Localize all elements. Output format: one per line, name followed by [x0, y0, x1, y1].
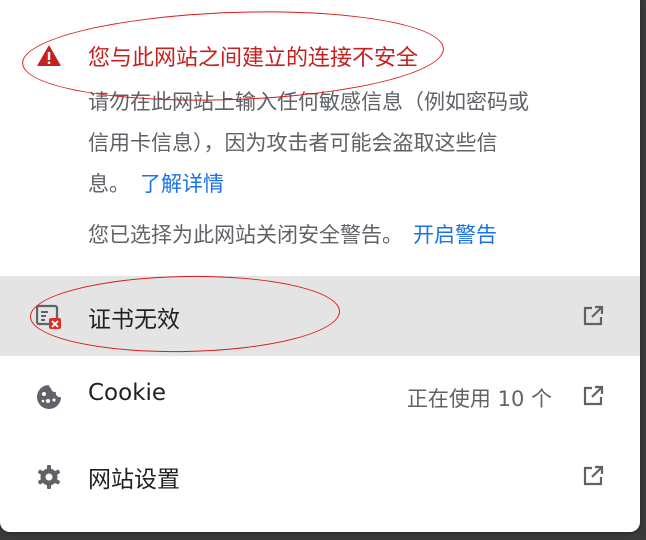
warnings-disabled-notice: 您已选择为此网站关闭安全警告。 开启警告 — [88, 219, 497, 249]
learn-more-link[interactable]: 了解详情 — [140, 172, 224, 196]
connection-not-secure-title: 您与此网站之间建立的连接不安全 — [88, 46, 419, 71]
cookie-usage-count: 正在使用 10 个 — [406, 387, 552, 411]
cookie-row[interactable]: Cookie 正在使用 10 个 — [0, 356, 640, 436]
gear-icon — [37, 465, 61, 489]
description-line-2: 信用卡信息），因为攻击者可能会盗取这些信 — [88, 131, 498, 155]
site-settings-label: 网站设置 — [88, 467, 180, 493]
cookie-label: Cookie — [88, 380, 167, 406]
description-line-3: 息。 了解详情 — [88, 164, 608, 205]
warnings-disabled-text: 您已选择为此网站关闭安全警告。 — [88, 223, 403, 247]
description-line-3-text: 息。 — [88, 172, 130, 196]
site-settings-row[interactable]: 网站设置 — [0, 436, 640, 516]
cookie-icon — [37, 385, 61, 409]
certificate-error-icon — [36, 304, 61, 329]
certificate-row[interactable]: 证书无效 — [0, 276, 640, 356]
external-link-icon[interactable] — [582, 305, 604, 327]
site-info-popup: 您与此网站之间建立的连接不安全 请勿在此网站上输入任何敏感信息（例如密码或 信用… — [0, 0, 640, 532]
description-line-1: 请勿在此网站上输入任何敏感信息（例如密码或 — [88, 90, 529, 114]
external-link-icon[interactable] — [582, 385, 604, 407]
security-warning-description: 请勿在此网站上输入任何敏感信息（例如密码或 信用卡信息），因为攻击者可能会盗取这… — [88, 82, 608, 205]
warning-triangle-icon — [37, 45, 61, 66]
enable-warnings-link[interactable]: 开启警告 — [413, 223, 497, 247]
certificate-invalid-label: 证书无效 — [88, 307, 180, 333]
external-link-icon[interactable] — [582, 465, 604, 487]
